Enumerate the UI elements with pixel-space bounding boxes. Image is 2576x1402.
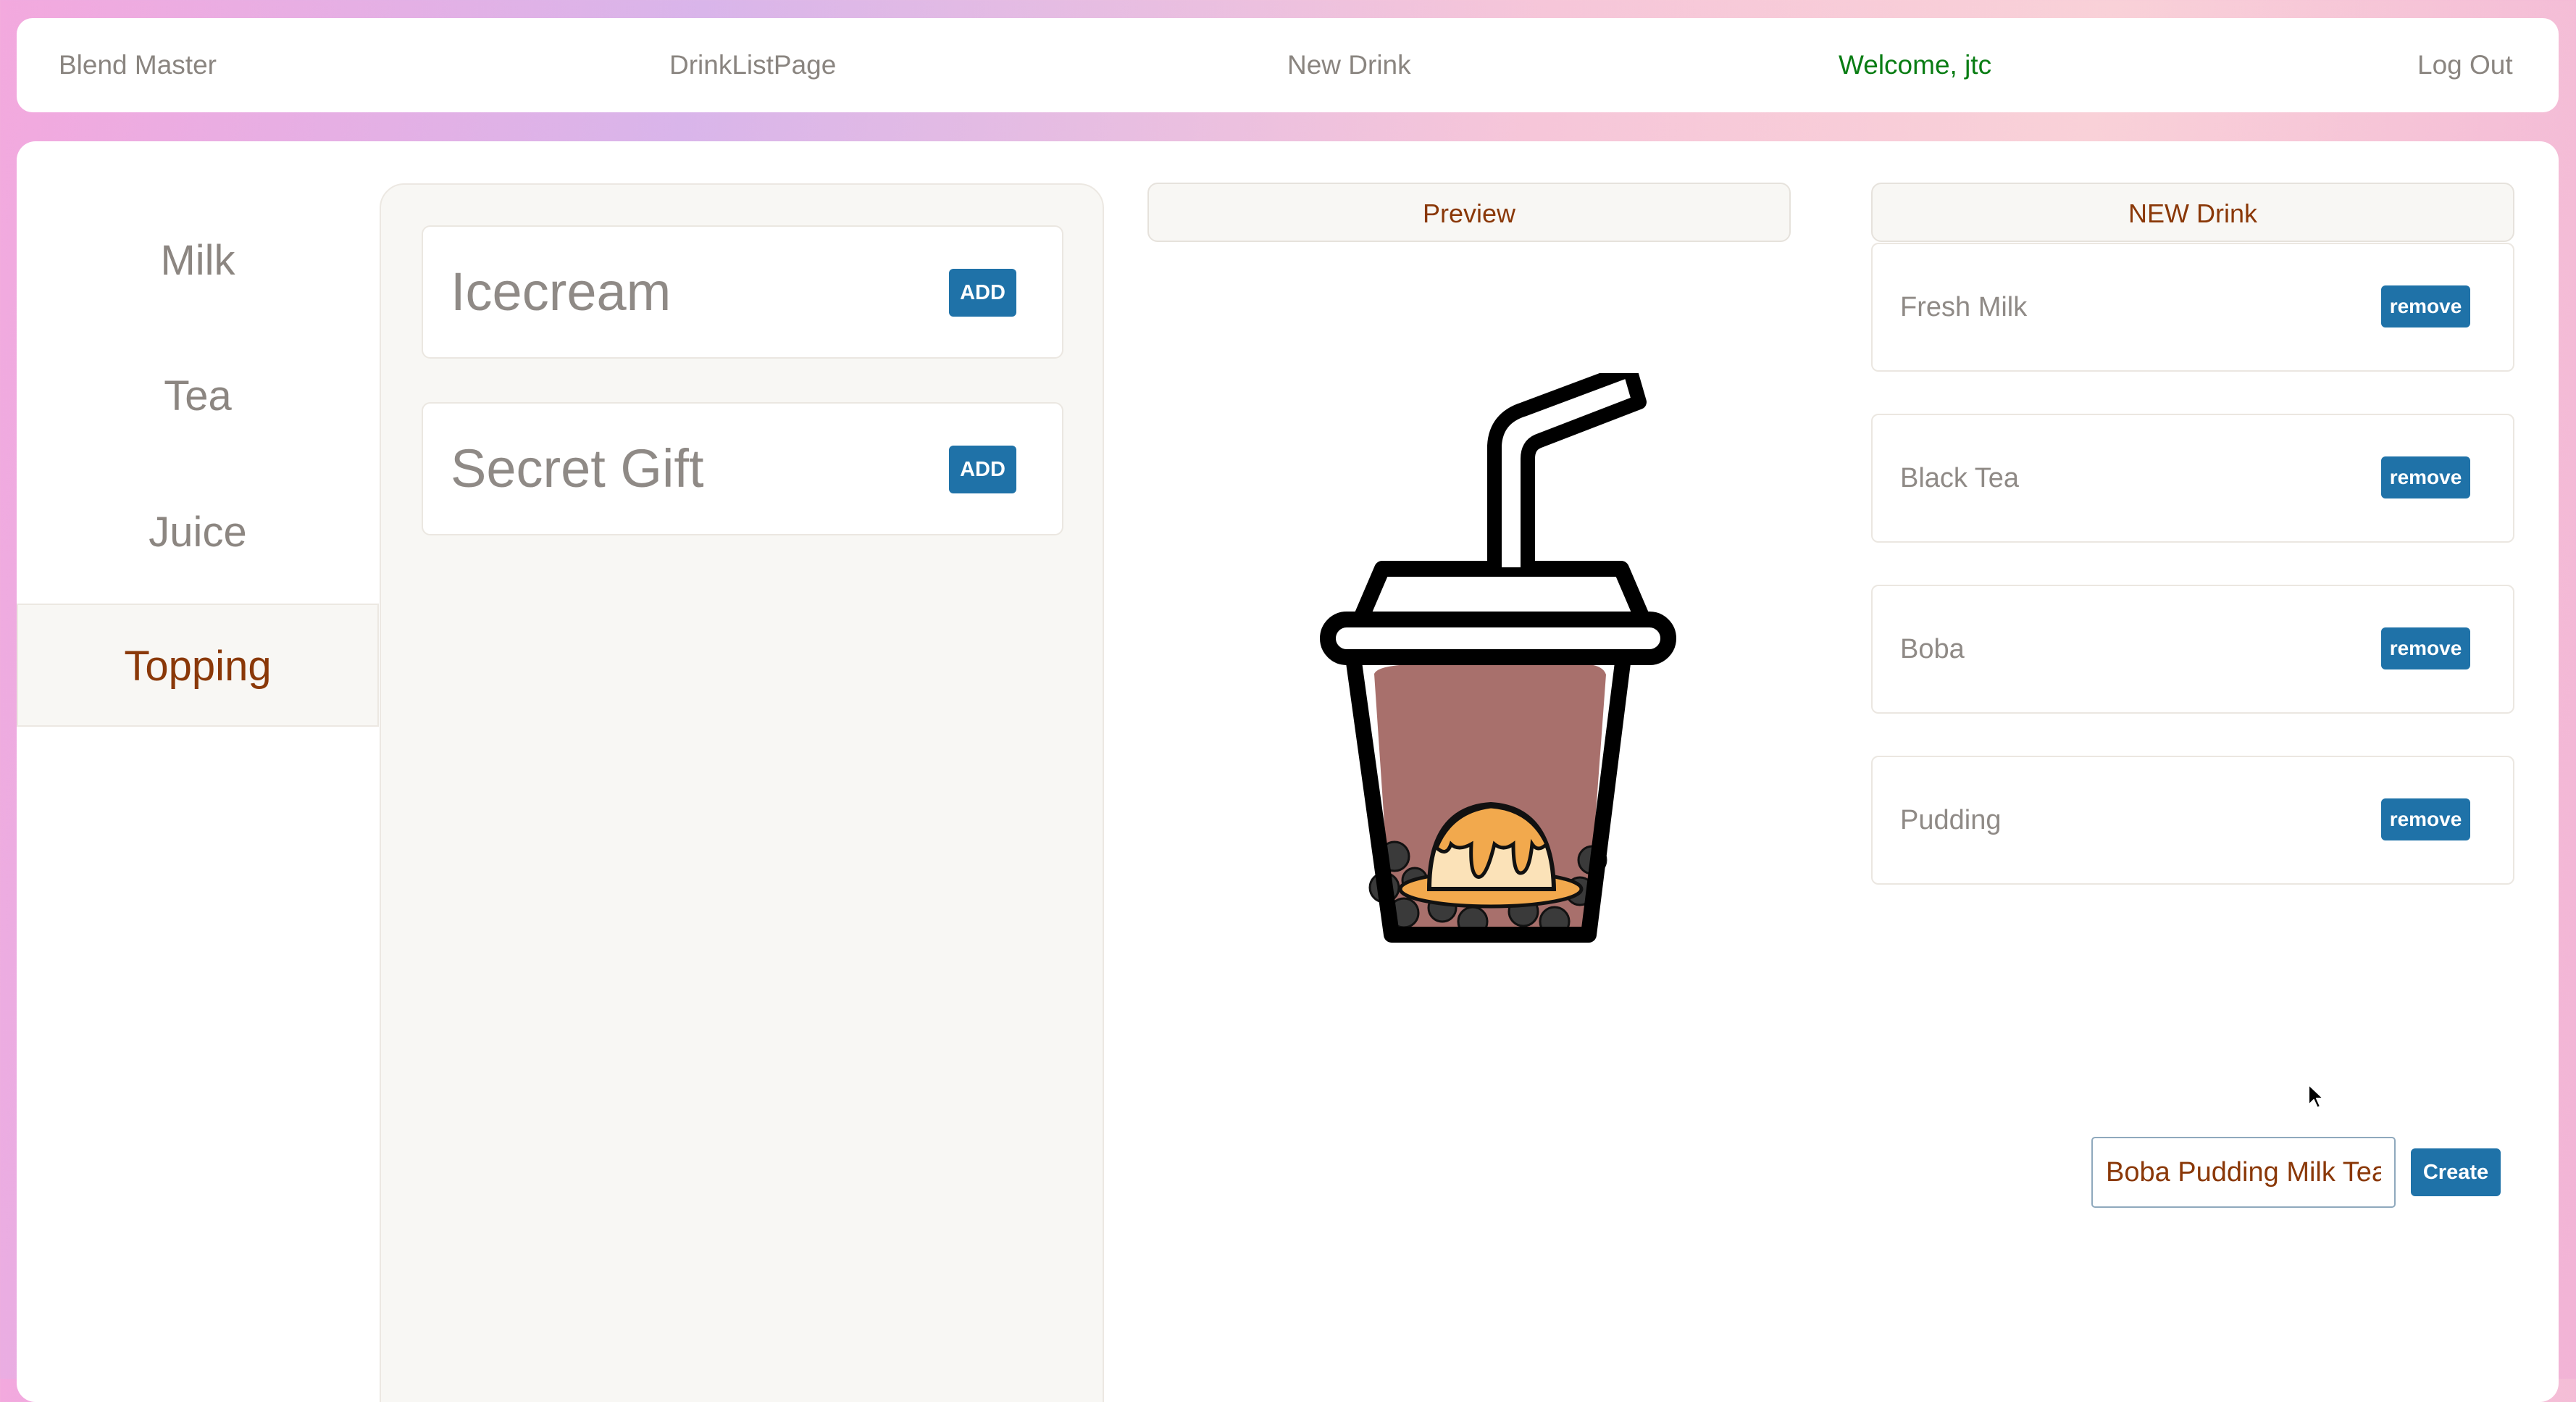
mouse-cursor-icon bbox=[2308, 1084, 2324, 1109]
ingredient-card-fresh-milk: Fresh Milk remove bbox=[1871, 243, 2514, 372]
nav-drink-list-link[interactable]: DrinkListPage bbox=[669, 18, 836, 112]
category-milk[interactable]: Milk bbox=[17, 199, 379, 322]
new-drink-header: NEW Drink bbox=[1871, 183, 2514, 242]
item-card-secret-gift: Secret Gift ADD bbox=[422, 402, 1063, 535]
ingredient-name: Pudding bbox=[1900, 805, 2002, 835]
main-panel: Milk Tea Juice Topping Icecream ADD Secr… bbox=[17, 141, 2559, 1402]
logout-link[interactable]: Log Out bbox=[2417, 18, 2513, 112]
category-topping[interactable]: Topping bbox=[17, 604, 379, 727]
add-icecream-button[interactable]: ADD bbox=[949, 269, 1016, 317]
remove-pudding-button[interactable]: remove bbox=[2381, 798, 2470, 840]
ingredient-name: Boba bbox=[1900, 634, 1965, 664]
category-tea[interactable]: Tea bbox=[17, 335, 379, 458]
ingredient-name: Fresh Milk bbox=[1900, 292, 2028, 322]
category-juice[interactable]: Juice bbox=[17, 471, 379, 594]
ingredient-name: Black Tea bbox=[1900, 463, 2020, 493]
ingredient-card-black-tea: Black Tea remove bbox=[1871, 414, 2514, 543]
item-card-icecream: Icecream ADD bbox=[422, 225, 1063, 359]
ingredient-card-pudding: Pudding remove bbox=[1871, 756, 2514, 885]
top-navbar: Blend Master DrinkListPage New Drink Wel… bbox=[17, 18, 2559, 112]
remove-boba-button[interactable]: remove bbox=[2381, 627, 2470, 669]
preview-header: Preview bbox=[1147, 183, 1791, 242]
welcome-text: Welcome, jtc bbox=[1839, 50, 1992, 80]
drink-name-input[interactable] bbox=[2091, 1137, 2396, 1208]
create-button[interactable]: Create bbox=[2411, 1148, 2501, 1196]
brand-link[interactable]: Blend Master bbox=[59, 18, 217, 112]
item-list-panel: Icecream ADD Secret Gift ADD bbox=[380, 183, 1104, 1402]
add-secret-gift-button[interactable]: ADD bbox=[949, 446, 1016, 493]
remove-black-tea-button[interactable]: remove bbox=[2381, 456, 2470, 498]
remove-fresh-milk-button[interactable]: remove bbox=[2381, 285, 2470, 327]
ingredient-card-boba: Boba remove bbox=[1871, 585, 2514, 714]
nav-new-drink-link[interactable]: New Drink bbox=[1287, 18, 1411, 112]
item-name: Icecream bbox=[451, 262, 672, 322]
item-name: Secret Gift bbox=[451, 438, 704, 498]
bubble-tea-cup-icon bbox=[1320, 373, 1676, 943]
